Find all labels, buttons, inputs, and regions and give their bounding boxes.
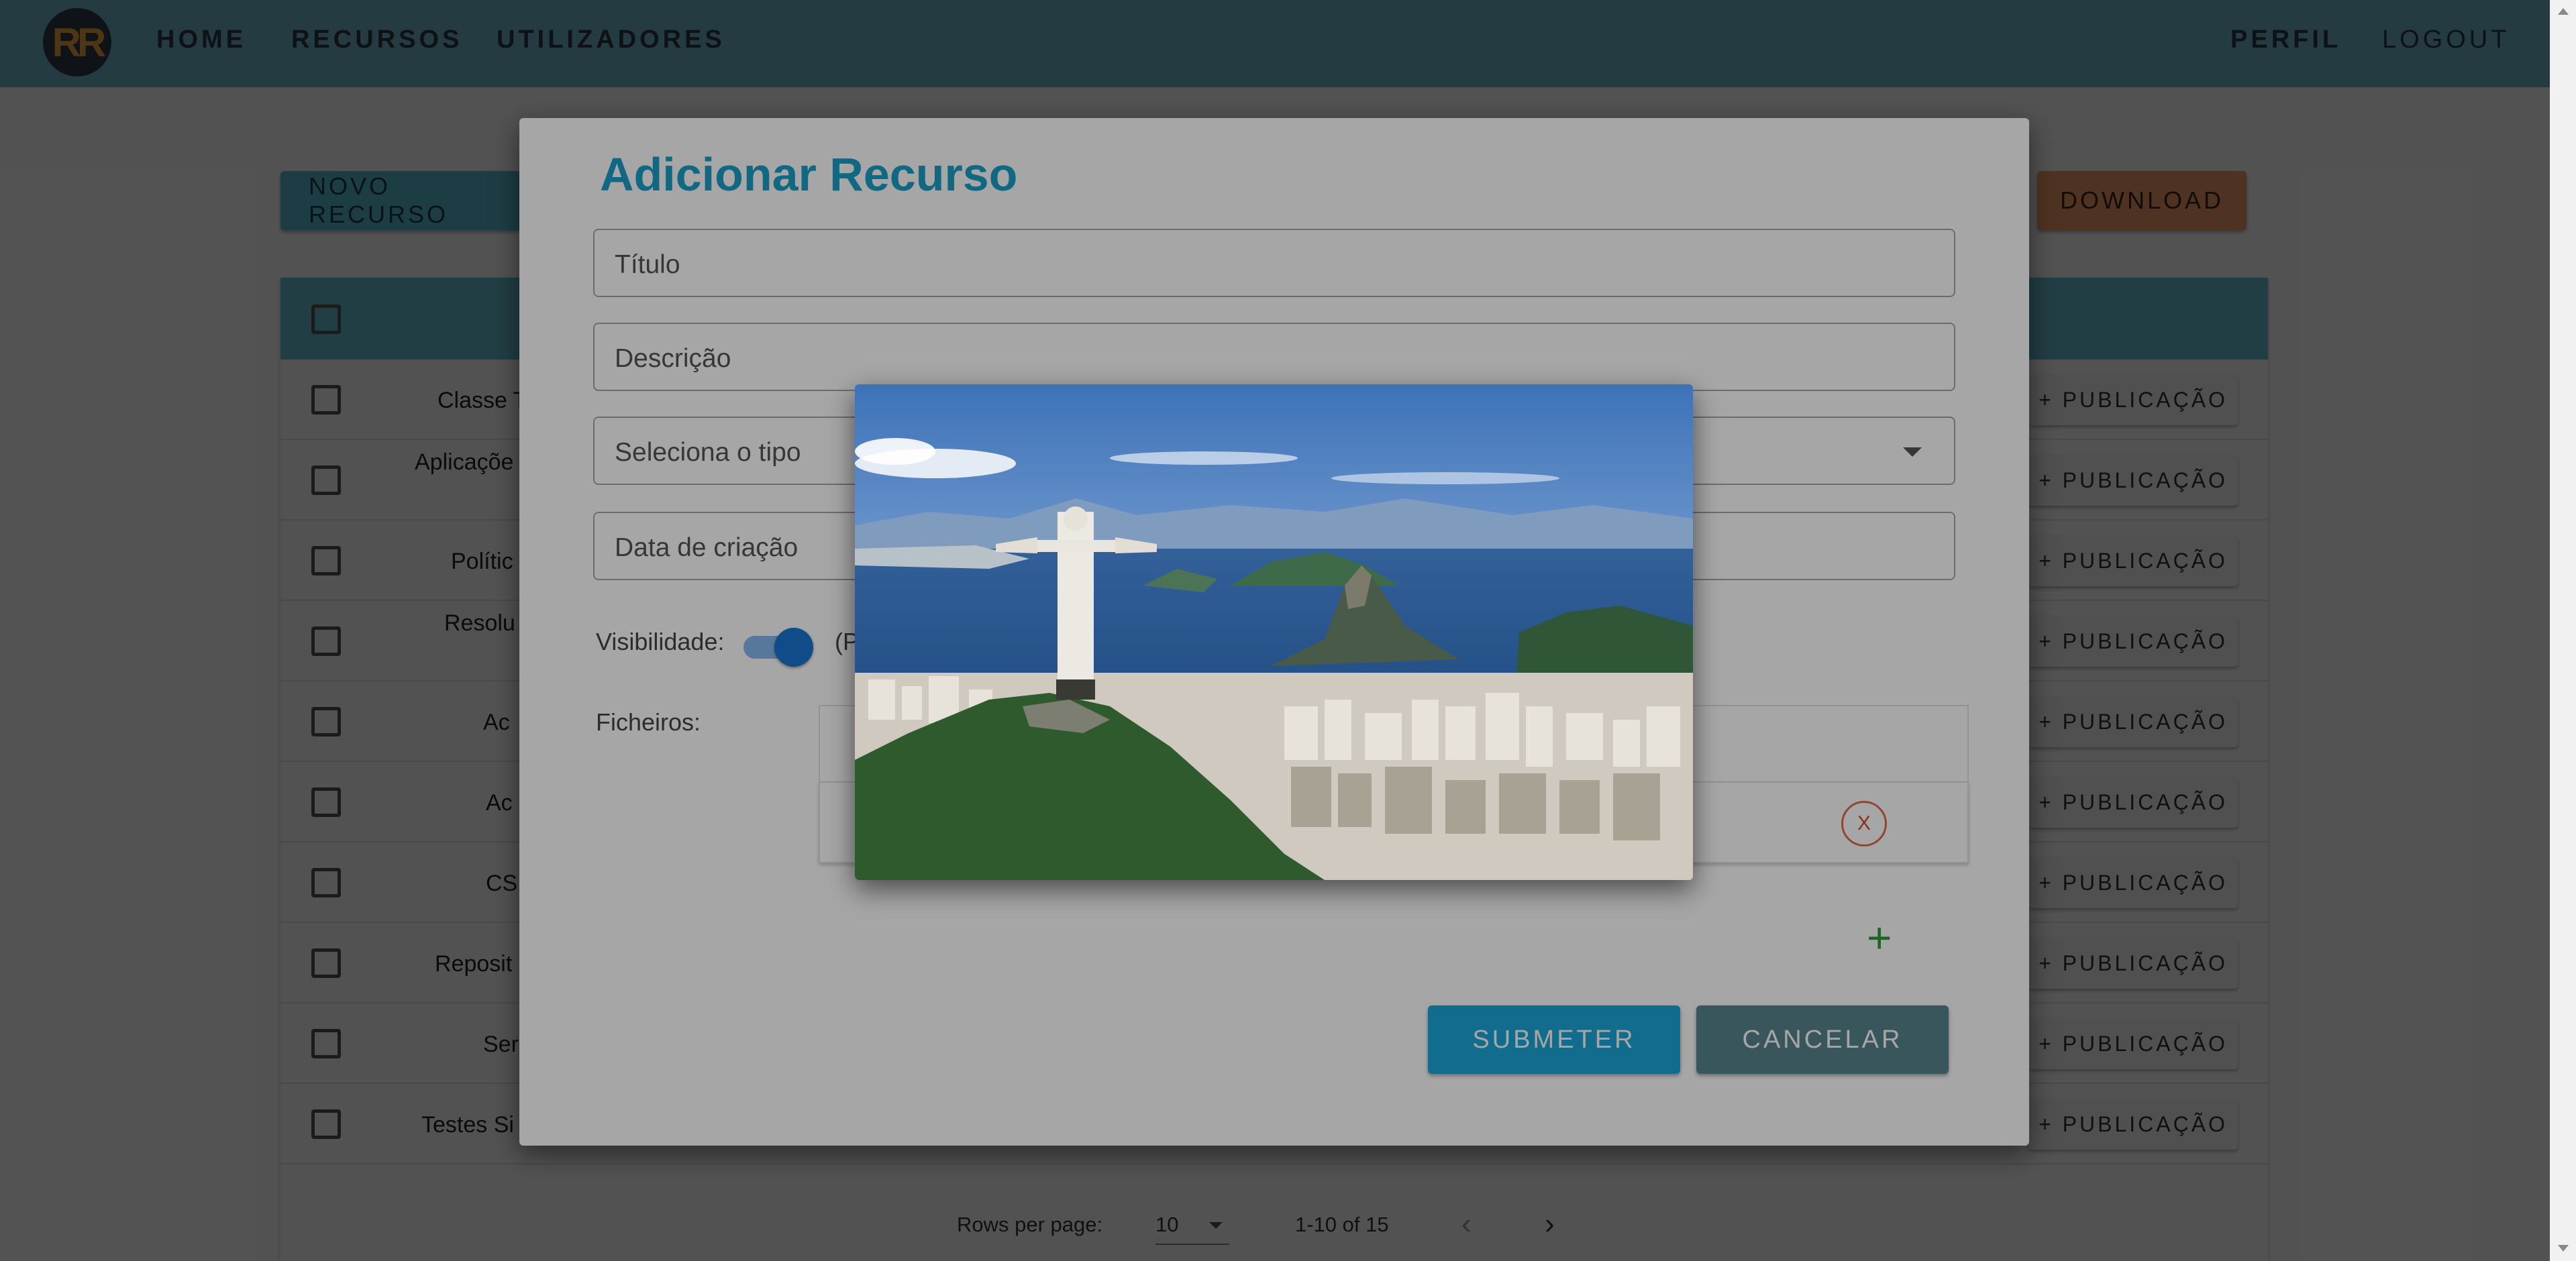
scrollbar[interactable] [2550,0,2576,1261]
scroll-down-icon[interactable] [2558,1245,2569,1252]
image-preview[interactable] [855,384,1693,880]
rio-landscape-photo [855,384,1693,880]
scroll-up-icon[interactable] [2558,8,2569,15]
